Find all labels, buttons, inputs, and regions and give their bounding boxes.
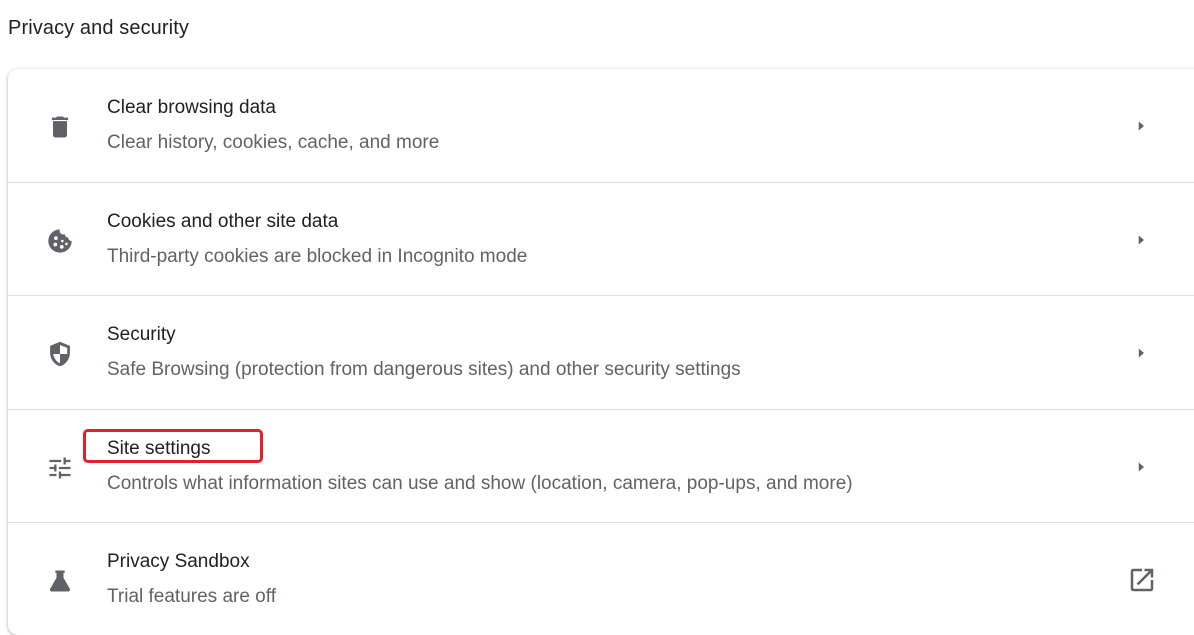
row-title: Cookies and other site data [107, 211, 339, 232]
tune-sliders-icon [46, 454, 74, 482]
site-settings-row[interactable]: Site settings Controls what information … [8, 410, 1194, 522]
row-subtitle: Clear history, cookies, cache, and more [107, 132, 440, 153]
chevron-right-icon[interactable] [1132, 344, 1150, 362]
cookies-row[interactable]: Cookies and other site data Third-party … [8, 183, 1194, 295]
row-subtitle: Safe Browsing (protection from dangerous… [107, 359, 741, 380]
chevron-right-icon[interactable] [1132, 117, 1150, 135]
row-subtitle: Third-party cookies are blocked in Incog… [107, 246, 528, 267]
row-title: Security [107, 324, 176, 345]
row-subtitle: Controls what information sites can use … [107, 473, 853, 494]
security-row[interactable]: Security Safe Browsing (protection from … [8, 296, 1194, 408]
clear-browsing-data-row[interactable]: Clear browsing data Clear history, cooki… [8, 69, 1194, 181]
row-title: Site settings [107, 438, 211, 459]
flask-icon [46, 567, 74, 595]
open-in-new-icon[interactable] [1127, 565, 1157, 595]
cookie-icon [46, 227, 74, 255]
row-title: Clear browsing data [107, 97, 276, 118]
privacy-sandbox-row[interactable]: Privacy Sandbox Trial features are off [8, 523, 1194, 635]
shield-icon [46, 340, 74, 368]
row-subtitle: Trial features are off [107, 586, 276, 607]
privacy-settings-card: Clear browsing data Clear history, cooki… [8, 69, 1194, 635]
chevron-right-icon[interactable] [1132, 231, 1150, 249]
chevron-right-icon[interactable] [1132, 458, 1150, 476]
row-title: Privacy Sandbox [107, 551, 250, 572]
section-title: Privacy and security [8, 17, 189, 39]
trash-icon [46, 113, 74, 141]
